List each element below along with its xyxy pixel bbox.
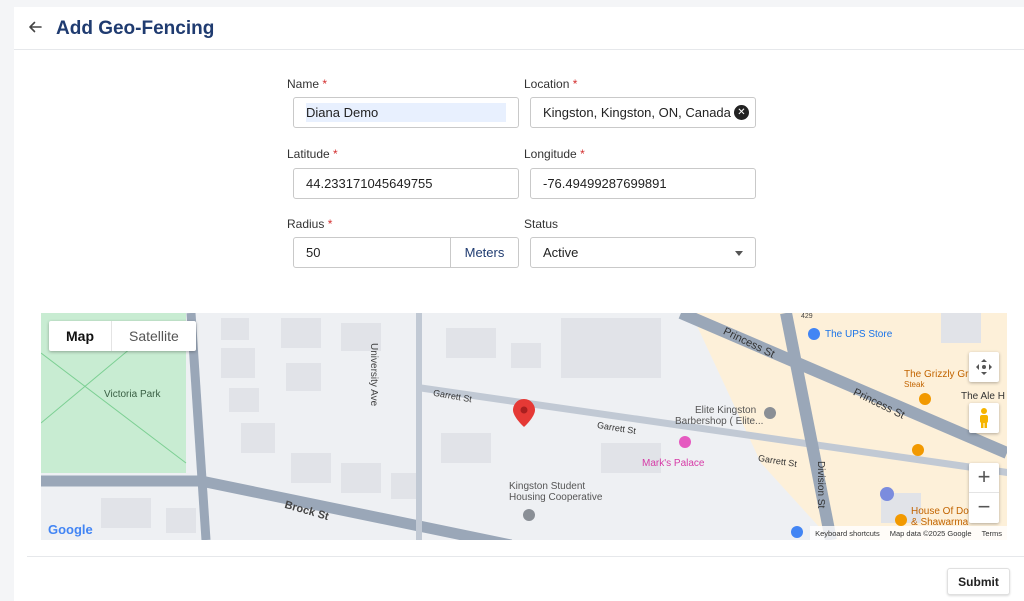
map-view[interactable]: Victoria Park University Ave Garrett St … xyxy=(41,313,1007,540)
map-type-satellite-button[interactable]: Satellite xyxy=(112,321,196,351)
zoom-in-button[interactable]: + xyxy=(969,463,999,493)
map-pin-icon xyxy=(513,399,535,427)
location-value: Kingston, Kingston, ON, Canada xyxy=(543,105,731,120)
zoom-control: + − xyxy=(969,463,999,523)
page-title: Add Geo-Fencing xyxy=(56,18,215,39)
radius-value: 50 xyxy=(306,245,321,260)
status-select[interactable]: Active xyxy=(530,237,756,268)
map-label: Barbershop ( Elite... xyxy=(675,416,764,427)
latitude-input[interactable]: 44.233171045649755 xyxy=(293,168,519,199)
move-icon xyxy=(976,359,992,375)
terms-link[interactable]: Terms xyxy=(982,529,1002,538)
map-label: Mark's Palace xyxy=(642,458,705,469)
map-label: Housing Cooperative xyxy=(509,492,603,503)
page: Add Geo-Fencing Name * Diana Demo Locati… xyxy=(14,7,1024,601)
status-label: Status xyxy=(524,217,559,231)
submit-button[interactable]: Submit xyxy=(947,568,1010,595)
map-label: University Ave xyxy=(368,343,379,407)
radius-label: Radius * xyxy=(287,217,333,231)
name-input[interactable]: Diana Demo xyxy=(293,97,519,128)
latitude-value: 44.233171045649755 xyxy=(306,176,433,191)
chevron-down-icon xyxy=(735,251,743,256)
map-label: The UPS Store xyxy=(825,329,893,340)
clear-icon[interactable]: ✕ xyxy=(734,105,749,120)
google-logo: Google xyxy=(48,522,93,537)
map-label: The Grizzly Gri xyxy=(904,369,971,380)
location-label: Location * xyxy=(524,77,578,91)
name-label: Name * xyxy=(287,77,328,91)
longitude-label: Longitude * xyxy=(524,147,585,161)
map-label: 429 xyxy=(801,313,813,320)
map-type-control: Map Satellite xyxy=(49,321,196,351)
radius-input[interactable]: 50 xyxy=(293,237,451,268)
footer-divider xyxy=(27,556,1024,557)
keyboard-shortcuts-link[interactable]: Keyboard shortcuts xyxy=(815,529,880,538)
street-view-button[interactable] xyxy=(969,403,999,433)
map-attribution: Keyboard shortcuts Map data ©2025 Google… xyxy=(810,526,1007,540)
status-value: Active xyxy=(543,245,579,260)
map-label: Steak xyxy=(904,380,925,389)
longitude-value: -76.49499287699891 xyxy=(543,176,667,191)
name-value: Diana Demo xyxy=(306,103,506,122)
back-arrow-icon[interactable] xyxy=(27,19,43,35)
map-label: House Of Do xyxy=(911,506,969,517)
map-data-text: Map data ©2025 Google xyxy=(889,528,972,538)
zoom-out-button[interactable]: − xyxy=(969,493,999,523)
map-type-map-button[interactable]: Map xyxy=(49,321,112,351)
camera-control-button[interactable] xyxy=(969,352,999,382)
page-header: Add Geo-Fencing xyxy=(14,7,1024,50)
map-label: The Ale H xyxy=(961,391,1005,402)
longitude-input[interactable]: -76.49499287699891 xyxy=(530,168,756,199)
map-label: Kingston Student xyxy=(509,481,586,492)
location-input[interactable]: Kingston, Kingston, ON, Canada ✕ xyxy=(530,97,756,128)
pegman-icon xyxy=(980,408,988,428)
radius-unit-button[interactable]: Meters xyxy=(451,237,519,268)
map-label: Elite Kingston xyxy=(695,405,757,416)
latitude-label: Latitude * xyxy=(287,147,338,161)
map-label: Division St xyxy=(815,461,826,509)
map-label: Victoria Park xyxy=(104,389,161,400)
